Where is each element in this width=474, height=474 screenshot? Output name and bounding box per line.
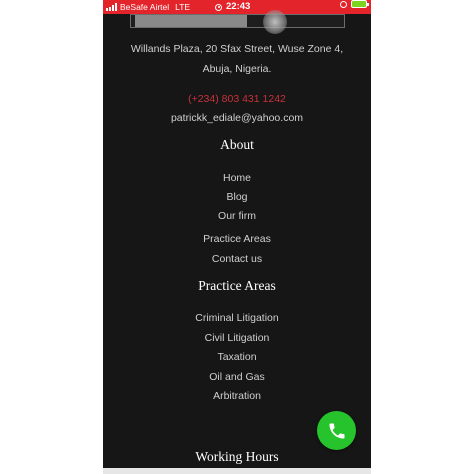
nav-link-home[interactable]: Home: [103, 172, 371, 184]
phone-icon: [329, 423, 344, 438]
status-right: [340, 0, 369, 8]
nav-link-practice-areas[interactable]: Practice Areas: [103, 233, 371, 245]
map-embed[interactable]: [130, 14, 345, 28]
status-bar: BeSafe Airtel LTE 22:43: [103, 0, 371, 14]
call-button[interactable]: [317, 411, 356, 450]
phone-screen: BeSafe Airtel LTE 22:43 Willands Plaza, …: [103, 0, 371, 474]
nav-link-our-firm[interactable]: Our firm: [103, 210, 371, 222]
phone-link[interactable]: (+234) 803 431 1242: [103, 93, 371, 105]
battery-charging-icon: [351, 0, 369, 8]
map-edge: [131, 15, 135, 27]
network-type: LTE: [175, 2, 191, 12]
nav-link-blog[interactable]: Blog: [103, 191, 371, 203]
screen-record-icon: [215, 3, 222, 11]
map-dark-area: [247, 15, 344, 27]
practice-areas-heading: Practice Areas: [198, 278, 276, 293]
signal-icon: [106, 3, 117, 11]
nav-link-contact-us[interactable]: Contact us: [103, 253, 371, 265]
practice-link-criminal-litigation[interactable]: Criminal Litigation: [103, 312, 371, 324]
address-line-2: Abuja, Nigeria.: [202, 63, 272, 75]
practice-link-oil-and-gas[interactable]: Oil and Gas: [103, 371, 371, 383]
carrier-name: BeSafe Airtel: [120, 2, 170, 12]
practice-link-civil-litigation[interactable]: Civil Litigation: [103, 332, 371, 344]
working-hours-heading: Working Hours: [195, 449, 279, 464]
about-heading: About: [220, 137, 254, 152]
practice-link-taxation[interactable]: Taxation: [103, 351, 371, 363]
status-time: 22:43: [226, 1, 251, 12]
address-line-1: Willands Plaza, 20 Sfax Street, Wuse Zon…: [130, 43, 344, 55]
practice-link-arbitration[interactable]: Arbitration: [103, 390, 371, 402]
touch-indicator: [263, 10, 287, 34]
location-icon: [340, 0, 347, 8]
bottom-bar: [103, 468, 371, 474]
status-left: BeSafe Airtel LTE: [106, 0, 190, 14]
status-center: 22:43: [215, 0, 250, 14]
email-link[interactable]: patrickk_ediale@yahoo.com: [103, 112, 371, 124]
